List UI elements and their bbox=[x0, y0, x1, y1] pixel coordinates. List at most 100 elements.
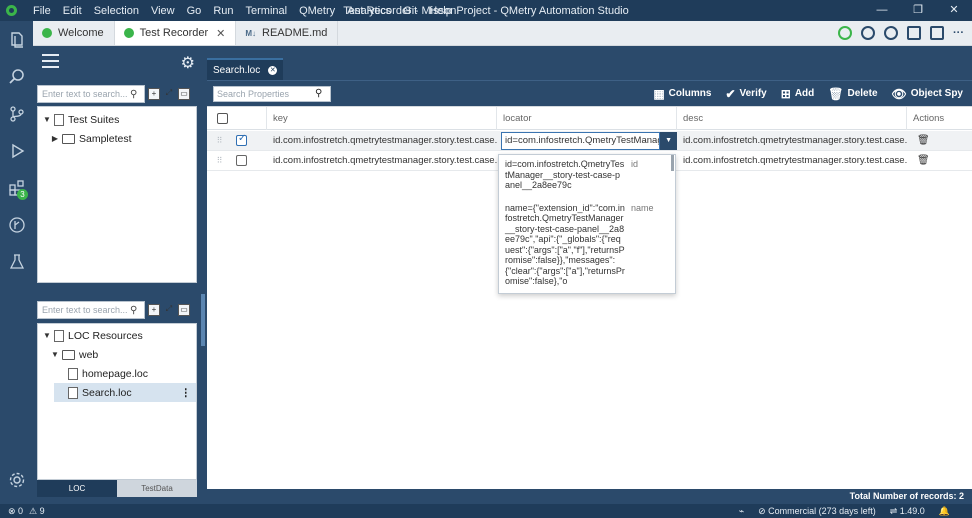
explorer-icon[interactable] bbox=[0, 21, 33, 58]
menu-terminal[interactable]: Terminal bbox=[240, 5, 294, 17]
gears-icon[interactable]: ⚙ bbox=[181, 53, 195, 73]
tab-test-recorder[interactable]: Test Recorder ✕ bbox=[114, 21, 237, 45]
table-row[interactable]: ⠿ id.com.infostretch.qmetrytestmanager.s… bbox=[207, 131, 972, 151]
hamburger-menu-icon[interactable] bbox=[42, 54, 59, 68]
delete-row-icon[interactable]: 🗑 bbox=[907, 155, 972, 166]
drag-handle-icon[interactable]: ⠿ bbox=[207, 156, 232, 165]
cell-desc[interactable]: id.com.infostretch.qmetrytestmanager.sto… bbox=[677, 135, 907, 146]
locator-dropdown-icon[interactable]: ▼ bbox=[660, 131, 677, 150]
cloud-icon[interactable] bbox=[884, 26, 898, 40]
extensions-icon[interactable]: 3 bbox=[0, 169, 33, 206]
new-folder-icon[interactable]: ▭ bbox=[178, 304, 190, 316]
search-icon[interactable]: ⚲ bbox=[315, 88, 322, 99]
close-window-icon[interactable]: ✕ bbox=[936, 0, 972, 21]
object-spy-button[interactable]: 👁 Object Spy bbox=[892, 87, 963, 101]
menu-edit[interactable]: Edit bbox=[57, 5, 88, 17]
dropdown-scrollbar[interactable] bbox=[671, 155, 674, 171]
menu-go[interactable]: Go bbox=[181, 5, 208, 17]
locator-option-id[interactable]: id=com.infostretch.QmetryTestManager__st… bbox=[499, 155, 675, 199]
tab-welcome[interactable]: Welcome bbox=[33, 21, 115, 45]
add-button[interactable]: ⊞ Add bbox=[781, 87, 815, 101]
new-folder-icon[interactable]: ▭ bbox=[178, 88, 190, 100]
tree-node-loc-resources[interactable]: ▼ LOC Resources bbox=[38, 326, 196, 345]
more-actions-icon[interactable]: ··· bbox=[953, 27, 964, 39]
notifications-icon[interactable]: 🔔 bbox=[939, 506, 950, 517]
split-editor-icon[interactable] bbox=[930, 26, 944, 40]
search-icon[interactable] bbox=[0, 58, 33, 95]
source-control-icon[interactable] bbox=[0, 95, 33, 132]
properties-search-input[interactable] bbox=[217, 88, 315, 99]
menu-selection[interactable]: Selection bbox=[88, 5, 145, 17]
row-checkbox[interactable] bbox=[236, 155, 247, 166]
tab-readme[interactable]: M↓ README.md bbox=[236, 21, 339, 45]
camera-icon[interactable] bbox=[907, 26, 921, 40]
menu-qmetry[interactable]: QMetry bbox=[293, 5, 341, 17]
speedometer-icon[interactable] bbox=[861, 26, 875, 40]
menu-analytics[interactable]: Analytics bbox=[341, 5, 397, 17]
locator-option-name[interactable]: name={"extension_id":"com.infostretch.Qm… bbox=[499, 199, 675, 294]
kebab-menu-icon[interactable]: ⋮ bbox=[181, 387, 192, 399]
new-item-icon[interactable]: + bbox=[148, 88, 160, 100]
tree-node-sampletest[interactable]: ▶ Sampletest bbox=[38, 129, 196, 148]
test-suite-search-input[interactable] bbox=[42, 89, 130, 99]
close-tab-icon[interactable]: ✕ bbox=[216, 27, 225, 40]
menu-file[interactable]: File bbox=[27, 5, 57, 17]
columns-button[interactable]: ▦ Columns bbox=[653, 87, 711, 101]
git-graph-icon[interactable] bbox=[0, 206, 33, 243]
settings-gear-icon[interactable] bbox=[0, 461, 33, 498]
license-status[interactable]: ⊘ Commercial (273 days left) bbox=[758, 506, 876, 517]
errors-count[interactable]: ⊗ 0 bbox=[8, 506, 23, 517]
column-header-locator[interactable]: locator bbox=[497, 106, 677, 130]
drag-handle-icon[interactable]: ⠿ bbox=[207, 136, 232, 145]
tree-node-homepage-loc[interactable]: homepage.loc bbox=[38, 364, 196, 383]
column-header-key[interactable]: key bbox=[267, 106, 497, 130]
menu-run[interactable]: Run bbox=[207, 5, 239, 17]
tab-loc[interactable]: LOC bbox=[37, 480, 117, 497]
new-item-icon[interactable]: + bbox=[148, 304, 160, 316]
expand-icon[interactable]: ⤢ bbox=[163, 304, 175, 316]
verify-button[interactable]: ✔ Verify bbox=[725, 87, 766, 101]
menu-git[interactable]: Git bbox=[397, 5, 423, 17]
loc-search-input[interactable] bbox=[42, 305, 130, 315]
tree-node-test-suites[interactable]: ▼ Test Suites bbox=[38, 110, 196, 129]
broadcast-icon[interactable]: ⌁ bbox=[739, 506, 744, 517]
close-file-icon[interactable]: ✕ bbox=[268, 65, 278, 75]
caret-down-icon[interactable]: ▼ bbox=[42, 115, 52, 124]
select-all-checkbox[interactable] bbox=[217, 112, 228, 124]
locator-suggestions-dropdown: id=com.infostretch.QmetryTestManager__st… bbox=[498, 154, 676, 294]
testing-flask-icon[interactable] bbox=[0, 243, 33, 280]
option-value: id=com.infostretch.QmetryTestManager__st… bbox=[505, 159, 625, 190]
minimize-icon[interactable]: — bbox=[864, 0, 900, 21]
cell-key[interactable]: id.com.infostretch.qmetrytestmanager.sto… bbox=[267, 135, 497, 146]
row-checkbox[interactable] bbox=[236, 133, 247, 146]
column-header-desc[interactable]: desc bbox=[677, 106, 907, 130]
search-icon[interactable]: ⚲ bbox=[130, 305, 137, 316]
option-value: name={"extension_id":"com.infostretch.Qm… bbox=[505, 202, 625, 287]
cell-key[interactable]: id.com.infostretch.qmetrytestmanager.sto… bbox=[267, 155, 497, 166]
file-tab-search-loc[interactable]: Search.loc ✕ bbox=[207, 58, 284, 80]
delete-row-icon[interactable]: 🗑 bbox=[907, 135, 972, 146]
delete-button[interactable]: 🗑 Delete bbox=[828, 87, 877, 101]
caret-down-icon[interactable]: ▼ bbox=[50, 350, 60, 359]
tab-testdata[interactable]: TestData bbox=[117, 480, 197, 497]
tree-node-web[interactable]: ▼ web bbox=[38, 345, 196, 364]
search-icon[interactable]: ⚲ bbox=[130, 89, 137, 100]
menu-help[interactable]: Help bbox=[423, 5, 458, 17]
tree-node-search-loc[interactable]: Search.loc ⋮ bbox=[54, 383, 196, 402]
run-debug-icon[interactable] bbox=[0, 132, 33, 169]
file-tab-label: Search.loc bbox=[213, 64, 261, 76]
cell-desc[interactable]: id.com.infostretch.qmetrytestmanager.sto… bbox=[677, 155, 907, 166]
caret-right-icon[interactable]: ▶ bbox=[50, 134, 60, 143]
version-status[interactable]: ⇌ 1.49.0 bbox=[890, 506, 925, 517]
option-type: id bbox=[631, 159, 639, 169]
caret-down-icon[interactable]: ▼ bbox=[42, 331, 52, 340]
locator-input[interactable]: id=com.infostretch.QmetryTestManag bbox=[501, 131, 661, 150]
menu-view[interactable]: View bbox=[145, 5, 181, 17]
loc-search-row: ⚲ + ⤢ ▭ bbox=[37, 300, 199, 320]
file-icon bbox=[68, 386, 78, 399]
warnings-count[interactable]: ⚠ 9 bbox=[29, 506, 45, 517]
dashboard-icon[interactable] bbox=[838, 26, 852, 40]
expand-icon[interactable]: ⤢ bbox=[163, 88, 175, 100]
restore-icon[interactable]: ❐ bbox=[900, 0, 936, 21]
locator-grid: key locator desc Actions ⠿ id.com.infost… bbox=[207, 106, 972, 489]
